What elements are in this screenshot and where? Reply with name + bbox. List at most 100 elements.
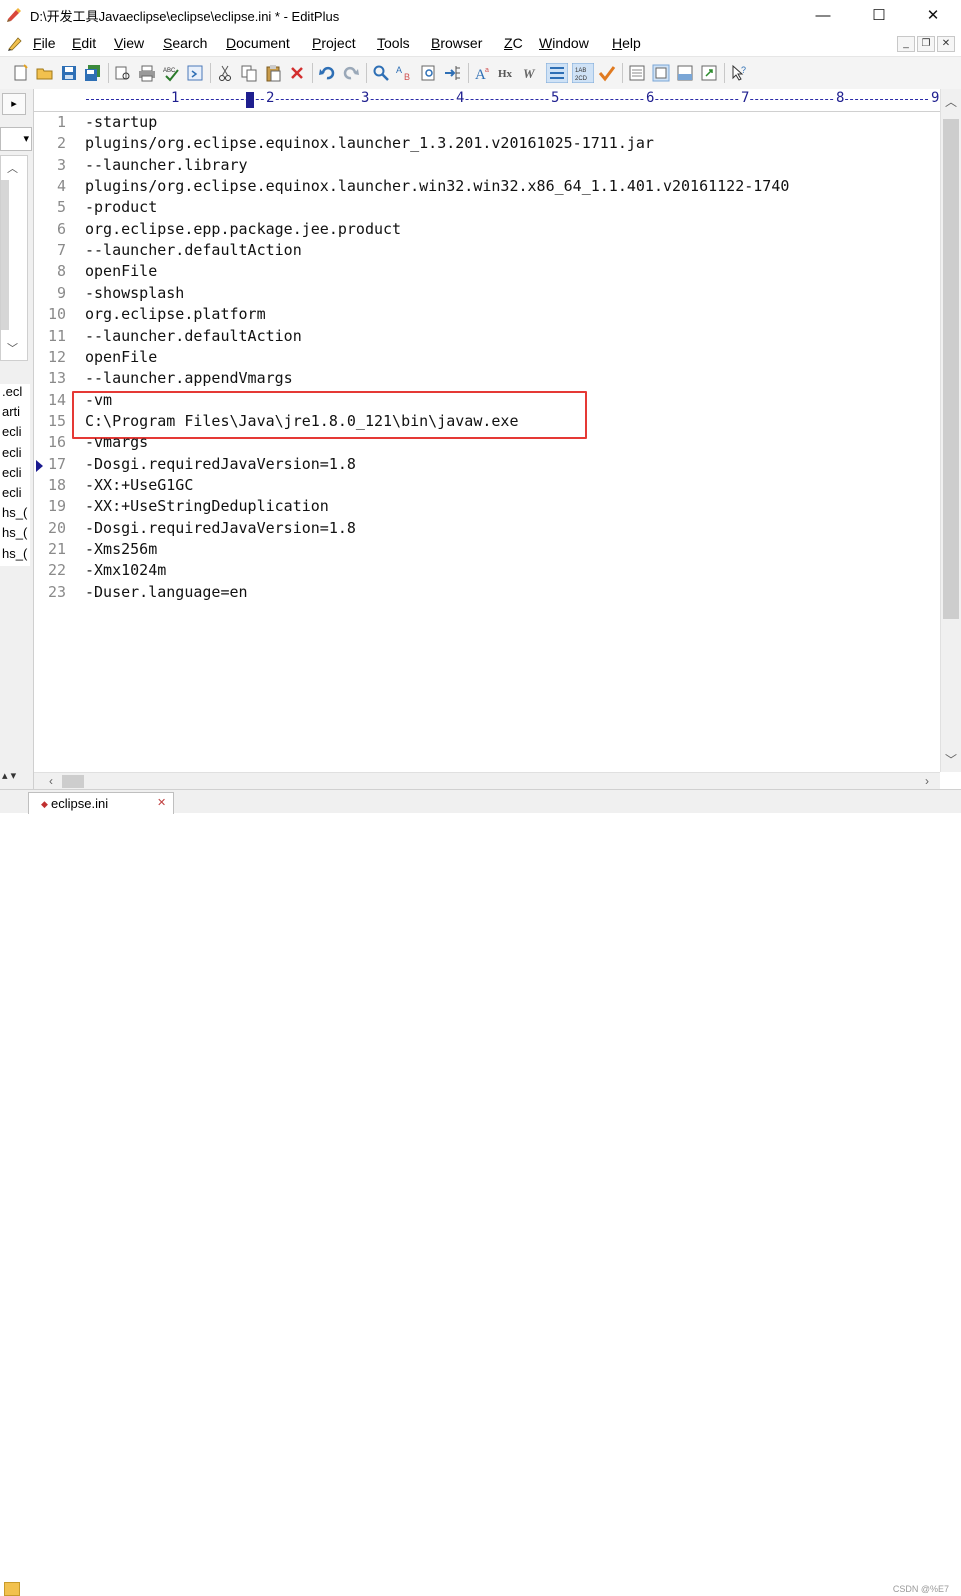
line-text[interactable]: -product bbox=[85, 198, 157, 216]
line-text[interactable]: -showsplash bbox=[85, 284, 184, 302]
pane-expand-button[interactable]: ▸ bbox=[2, 93, 26, 115]
line-text[interactable]: -vmargs bbox=[85, 433, 148, 451]
redo-icon[interactable] bbox=[342, 64, 360, 82]
line-text[interactable]: -XX:+UseStringDeduplication bbox=[85, 497, 329, 515]
line-text[interactable]: -Duser.language=en bbox=[85, 583, 248, 601]
menu-edit[interactable]: Edit bbox=[72, 35, 96, 51]
drive-select[interactable]: ▾ bbox=[0, 127, 32, 151]
maximize-button[interactable]: ☐ bbox=[856, 0, 902, 30]
new-file-icon[interactable] bbox=[12, 64, 30, 82]
text-editor[interactable]: 1 -startup 2 plugins/org.eclipse.equinox.la… bbox=[34, 112, 940, 772]
spell-check-icon[interactable]: ABC bbox=[162, 64, 180, 82]
line-text[interactable]: plugins/org.eclipse.equinox.launcher.win… bbox=[85, 177, 789, 195]
file-list-item[interactable]: ecli bbox=[0, 424, 30, 444]
line-text[interactable]: --launcher.defaultAction bbox=[85, 327, 302, 345]
paste-icon[interactable] bbox=[264, 64, 282, 82]
close-button[interactable]: ✕ bbox=[910, 0, 956, 30]
delete-icon[interactable] bbox=[288, 64, 306, 82]
browser-preview-icon[interactable] bbox=[186, 64, 204, 82]
editor-line[interactable]: 2 plugins/org.eclipse.equinox.launcher_1.… bbox=[34, 134, 934, 155]
editor-line[interactable]: 10 org.eclipse.platform bbox=[34, 305, 934, 326]
goto-line-icon[interactable] bbox=[444, 64, 462, 82]
file-list-item[interactable]: hs_( bbox=[0, 546, 30, 566]
editor-line[interactable]: 19 -XX:+UseStringDeduplication bbox=[34, 497, 934, 518]
file-list-item[interactable]: ecli bbox=[0, 485, 30, 505]
file-list-item[interactable]: arti bbox=[0, 404, 30, 424]
editor-line[interactable]: 4 plugins/org.eclipse.equinox.launcher.wi… bbox=[34, 177, 934, 198]
menu-file[interactable]: File bbox=[33, 35, 56, 51]
tab-eclipse-ini[interactable]: ◆ eclipse.ini ✕ bbox=[28, 792, 174, 814]
html-toolbar-icon[interactable]: Hx bbox=[498, 64, 516, 82]
scroll-down-icon[interactable]: ﹀ bbox=[941, 751, 961, 769]
editor-line[interactable]: 21 -Xms256m bbox=[34, 540, 934, 561]
open-folder-icon[interactable] bbox=[36, 64, 54, 82]
scroll-left-icon[interactable]: ‹ bbox=[42, 773, 60, 790]
cut-icon[interactable] bbox=[216, 64, 234, 82]
file-list-item[interactable]: hs_( bbox=[0, 505, 30, 525]
fullscreen-icon[interactable] bbox=[700, 64, 718, 82]
editor-line[interactable]: 7 --launcher.defaultAction bbox=[34, 241, 934, 262]
save-icon[interactable] bbox=[60, 64, 78, 82]
filter-select[interactable]: ▴ ▾ bbox=[0, 769, 16, 782]
context-help-icon[interactable]: ? bbox=[730, 64, 748, 82]
line-text[interactable]: -Xmx1024m bbox=[85, 561, 166, 579]
line-text[interactable]: -startup bbox=[85, 113, 157, 131]
checkmark-icon[interactable] bbox=[598, 64, 616, 82]
line-text[interactable]: org.eclipse.platform bbox=[85, 305, 266, 323]
editor-line[interactable]: 12 openFile bbox=[34, 348, 934, 369]
editor-line[interactable]: 6 org.eclipse.epp.package.jee.product bbox=[34, 220, 934, 241]
editor-line[interactable]: 18 -XX:+UseG1GC bbox=[34, 476, 934, 497]
file-list-item[interactable]: .ecl bbox=[0, 384, 30, 404]
editor-line[interactable]: 3 --launcher.library bbox=[34, 156, 934, 177]
file-list-item[interactable]: ecli bbox=[0, 445, 30, 465]
line-text[interactable]: --launcher.appendVmargs bbox=[85, 369, 293, 387]
editor-line[interactable]: 22 -Xmx1024m bbox=[34, 561, 934, 582]
tree-scroll-up-icon[interactable]: ︿ bbox=[7, 160, 18, 176]
menu-help[interactable]: Help bbox=[612, 35, 641, 51]
minimize-button[interactable]: — bbox=[800, 0, 846, 30]
doc-close-button[interactable]: ✕ bbox=[937, 36, 955, 52]
line-text[interactable]: openFile bbox=[85, 348, 157, 366]
editor-line[interactable]: 23 -Duser.language=en bbox=[34, 583, 934, 604]
cliptext-window-icon[interactable] bbox=[652, 64, 670, 82]
menu-browser[interactable]: Browser bbox=[431, 35, 482, 51]
line-text[interactable]: -Xms256m bbox=[85, 540, 157, 558]
line-number-toggle-icon[interactable] bbox=[546, 63, 568, 83]
editor-line[interactable]: 11 --launcher.defaultAction bbox=[34, 327, 934, 348]
print-icon[interactable] bbox=[138, 64, 156, 82]
line-text[interactable]: org.eclipse.epp.package.jee.product bbox=[85, 220, 401, 238]
menu-project[interactable]: Project bbox=[312, 35, 356, 51]
file-list-item[interactable]: ecli bbox=[0, 465, 30, 485]
editor-line[interactable]: 20 -Dosgi.requiredJavaVersion=1.8 bbox=[34, 519, 934, 540]
editor-line[interactable]: 13 --launcher.appendVmargs bbox=[34, 369, 934, 390]
replace-icon[interactable]: AB bbox=[396, 64, 414, 82]
file-list-item[interactable]: hs_( bbox=[0, 525, 30, 545]
doc-restore-button[interactable]: ❐ bbox=[917, 36, 935, 52]
scroll-up-icon[interactable]: ︿ bbox=[941, 93, 961, 111]
horizontal-scrollbar[interactable]: ‹ › bbox=[34, 772, 940, 790]
tree-scroll-down-icon[interactable]: ﹀ bbox=[7, 340, 18, 356]
copy-icon[interactable] bbox=[240, 64, 258, 82]
tree-scroll-thumb[interactable] bbox=[1, 180, 9, 330]
find-in-files-icon[interactable] bbox=[420, 64, 438, 82]
line-text[interactable]: -vm bbox=[85, 391, 112, 409]
folder-tree[interactable]: ︿ ﹀ bbox=[0, 155, 28, 361]
line-text[interactable]: plugins/org.eclipse.equinox.launcher_1.3… bbox=[85, 134, 654, 152]
horizontal-scroll-thumb[interactable] bbox=[62, 775, 84, 788]
line-text[interactable]: -Dosgi.requiredJavaVersion=1.8 bbox=[85, 455, 356, 473]
ruler-toggle-icon[interactable]: 1AB2CD bbox=[572, 63, 594, 83]
menu-view[interactable]: View bbox=[114, 35, 144, 51]
vertical-scroll-thumb[interactable] bbox=[943, 119, 959, 619]
line-text[interactable]: --launcher.defaultAction bbox=[85, 241, 302, 259]
menu-window[interactable]: Window bbox=[539, 35, 589, 51]
vertical-scrollbar[interactable]: ︿ ﹀ bbox=[940, 89, 961, 772]
editor-line[interactable]: 15 C:\Program Files\Java\jre1.8.0_121\bin… bbox=[34, 412, 934, 433]
doc-minimize-button[interactable]: _ bbox=[897, 36, 915, 52]
word-wrap-icon[interactable]: W bbox=[522, 64, 540, 82]
editor-line[interactable]: 5 -product bbox=[34, 198, 934, 219]
editor-line[interactable]: 16 -vmargs bbox=[34, 433, 934, 454]
editor-line[interactable]: 9 -showsplash bbox=[34, 284, 934, 305]
output-window-icon[interactable] bbox=[676, 64, 694, 82]
undo-icon[interactable] bbox=[318, 64, 336, 82]
find-icon[interactable] bbox=[372, 64, 390, 82]
